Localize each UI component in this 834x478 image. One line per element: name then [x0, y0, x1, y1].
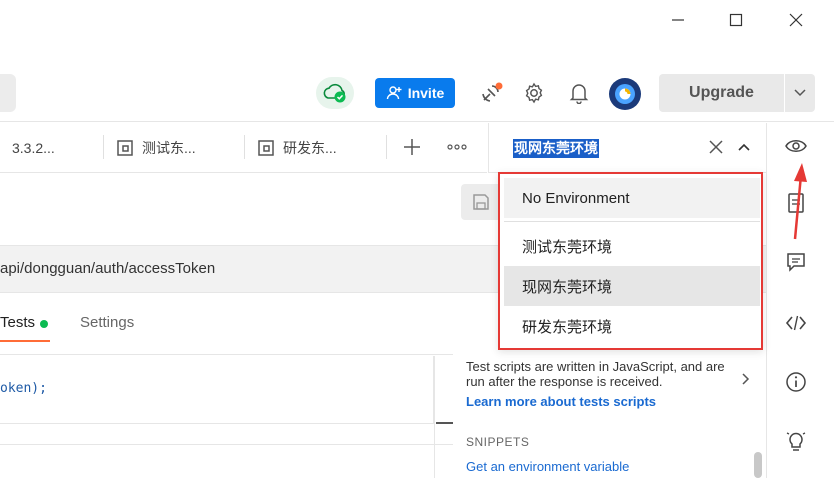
annotation-arrow-icon — [793, 163, 807, 240]
tab-label: 研发东... — [283, 140, 337, 156]
comments-icon[interactable] — [780, 246, 812, 278]
cloud-sync-icon — [323, 83, 346, 103]
tab-divider — [386, 135, 387, 159]
invite-label: Invite — [407, 85, 445, 101]
tab-label: 3.3.2... — [12, 140, 55, 156]
env-option-none[interactable]: No Environment — [504, 178, 760, 218]
tests-status-dot — [40, 320, 48, 328]
save-button[interactable] — [461, 184, 501, 220]
add-user-icon — [386, 86, 402, 100]
upgrade-button[interactable]: Upgrade — [659, 74, 784, 112]
snippet-item[interactable]: Get an environment variable — [466, 459, 629, 474]
minimize-icon[interactable] — [664, 6, 692, 34]
tab-label: 测试东... — [142, 140, 196, 156]
tab-divider — [103, 135, 104, 159]
env-option-label: 测试东莞环境 — [522, 238, 613, 256]
env-option-label: 研发东莞环境 — [522, 318, 613, 336]
env-option-label: No Environment — [522, 189, 630, 207]
learn-more-link[interactable]: Learn more about tests scripts — [466, 394, 656, 409]
editor-scroll-handle[interactable] — [436, 422, 453, 424]
environment-icon — [117, 140, 133, 156]
window-titlebar — [0, 0, 834, 40]
settings-gear-icon[interactable] — [519, 78, 549, 108]
chevron-up-icon[interactable] — [729, 132, 759, 162]
active-tab-indicator — [0, 340, 50, 342]
chevron-down-icon — [794, 89, 806, 97]
env-option-label: 现网东莞环境 — [522, 278, 613, 296]
env-option-dev[interactable]: 研发东莞环境 — [504, 306, 760, 346]
satellite-icon[interactable] — [476, 78, 506, 108]
add-tab-icon[interactable] — [397, 132, 427, 162]
code-line: oken); — [0, 381, 47, 396]
panel-scrollbar[interactable] — [754, 452, 762, 478]
notification-bell-icon[interactable] — [564, 78, 594, 108]
environment-selected[interactable]: 现网东莞环境 — [513, 139, 599, 158]
dropdown-divider — [504, 221, 760, 222]
env-option-test[interactable]: 测试东莞环境 — [504, 226, 760, 266]
eye-icon[interactable] — [780, 130, 812, 162]
editor-scrollbar[interactable] — [434, 356, 453, 478]
maximize-icon[interactable] — [722, 6, 750, 34]
invite-button[interactable]: Invite — [375, 78, 455, 108]
chevron-right-icon[interactable] — [731, 364, 761, 394]
tab-settings[interactable]: Settings — [80, 314, 134, 331]
code-editor-pane[interactable] — [0, 356, 434, 424]
snippets-heading: SNIPPETS — [466, 435, 530, 449]
editor-divider — [0, 444, 453, 445]
tab-test-env[interactable]: 测试东... — [116, 123, 196, 173]
tab-3-3-2[interactable]: 3.3.2... — [12, 123, 55, 173]
tab-dev-env[interactable]: 研发东... — [257, 123, 337, 173]
request-url[interactable]: api/dongguan/auth/accessToken — [0, 260, 215, 277]
close-window-icon[interactable] — [782, 6, 810, 34]
user-avatar-icon — [615, 84, 635, 104]
env-option-prod[interactable]: 现网东莞环境 — [504, 266, 760, 306]
code-icon[interactable] — [780, 307, 812, 339]
search-bar[interactable] — [0, 74, 16, 112]
tab-divider — [244, 135, 245, 159]
info-icon[interactable] — [780, 366, 812, 398]
more-tabs-icon[interactable] — [442, 132, 472, 162]
tab-tests[interactable]: Tests — [0, 314, 35, 331]
clear-environment-icon[interactable] — [701, 132, 731, 162]
upgrade-menu-button[interactable] — [785, 74, 815, 112]
lightbulb-icon[interactable] — [780, 425, 812, 457]
upgrade-label: Upgrade — [689, 84, 754, 101]
save-icon — [473, 194, 489, 210]
environment-icon — [258, 140, 274, 156]
sync-status-button[interactable] — [316, 77, 354, 109]
avatar[interactable] — [609, 78, 641, 110]
tests-description: Test scripts are written in JavaScript, … — [466, 359, 725, 389]
